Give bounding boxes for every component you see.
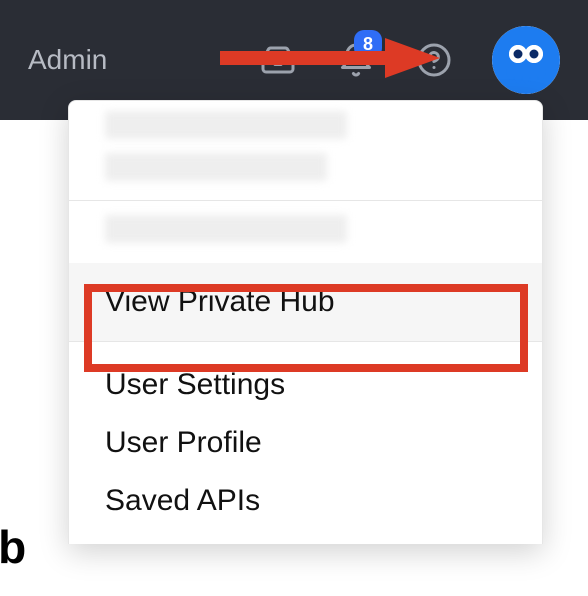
dropdown-section-3: User Settings User Profile Saved APIs [69,342,542,544]
menu-item-user-settings[interactable]: User Settings [69,356,542,414]
admin-link[interactable]: Admin [28,44,107,76]
notifications-icon[interactable]: 8 [336,40,376,80]
dropdown-section-1 [69,101,542,201]
dropdown-section-2: View Private Hub [69,201,542,342]
user-dropdown: View Private Hub User Settings User Prof… [68,100,543,544]
menu-item-view-private-hub[interactable]: View Private Hub [69,263,542,341]
inbox-icon[interactable] [258,40,298,80]
page-heading-partial: ub [0,520,26,574]
help-icon[interactable] [414,40,454,80]
redacted-text [105,153,327,181]
menu-item-saved-apis[interactable]: Saved APIs [69,472,542,530]
notification-badge: 8 [354,30,382,58]
menu-item-user-profile[interactable]: User Profile [69,414,542,472]
avatar[interactable] [492,26,560,94]
redacted-text [105,215,347,243]
redacted-text [105,111,347,139]
